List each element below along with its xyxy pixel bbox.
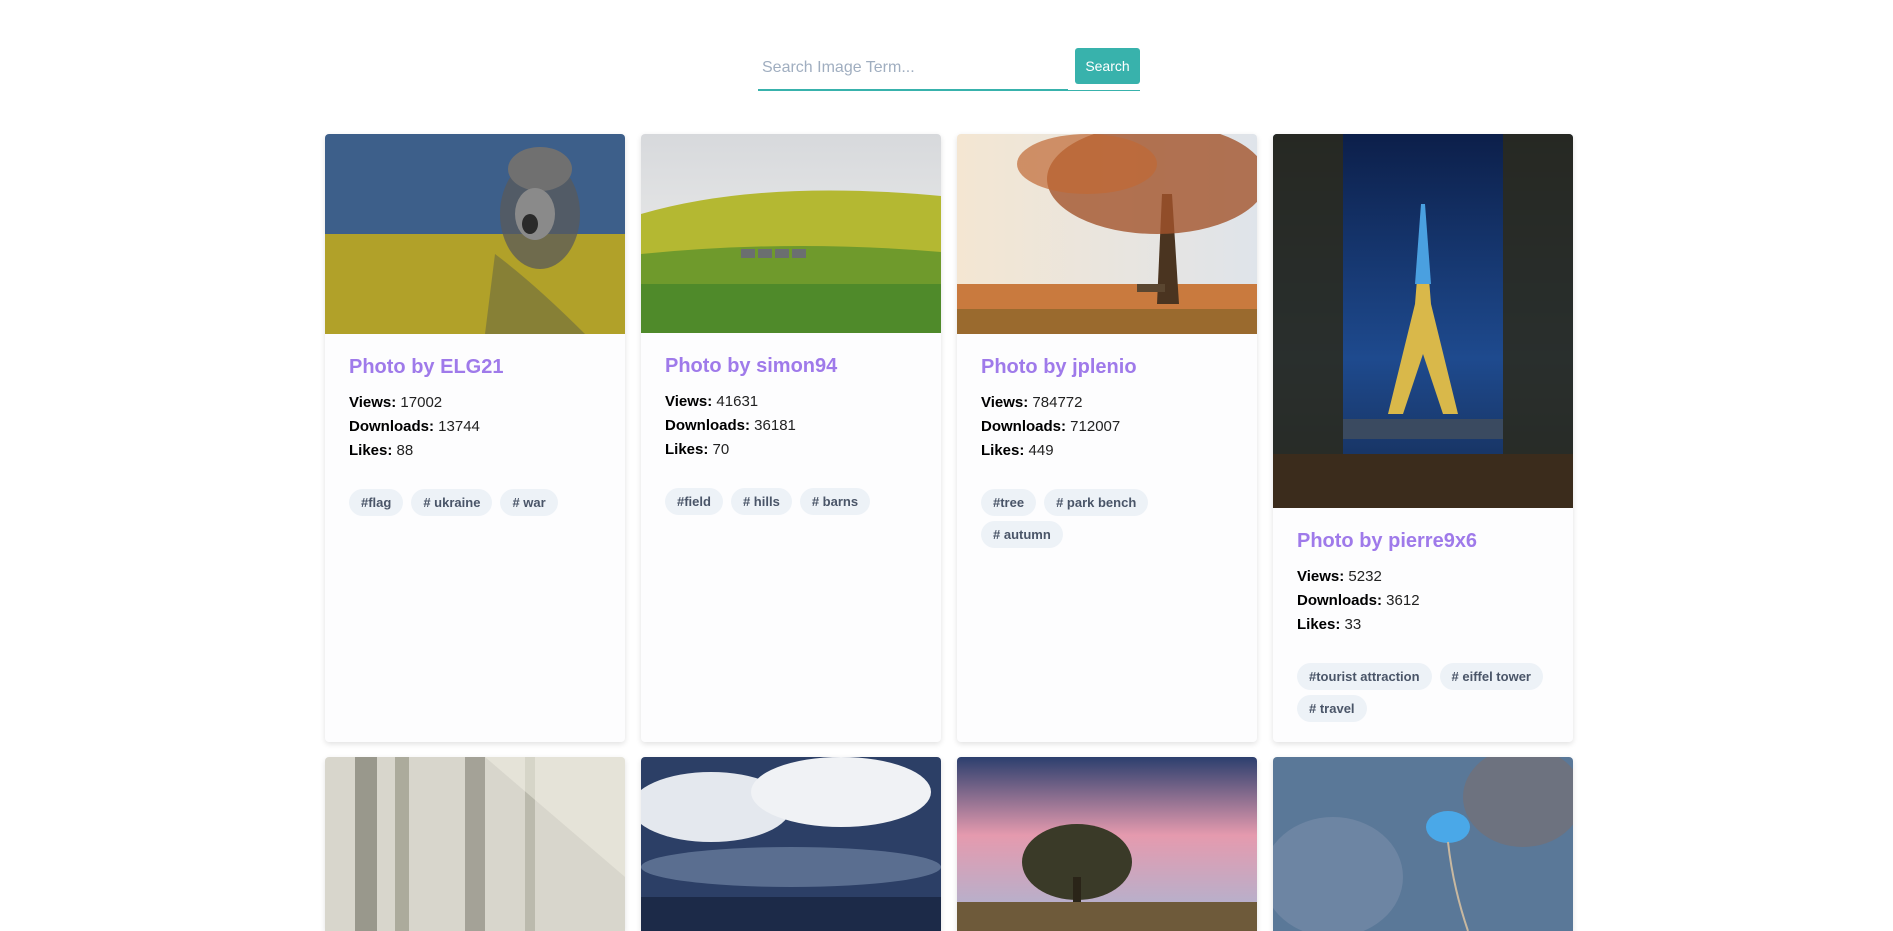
downloads-label: Downloads: [1297, 592, 1382, 609]
downloads-stat: Downloads: 36181 [665, 414, 917, 438]
search-input[interactable] [758, 46, 1068, 90]
card-body: Photo by pierre9x6 Views: 5232 Downloads… [1273, 508, 1573, 742]
card-image-pink-sky-tree [957, 757, 1257, 931]
likes-label: Likes: [665, 441, 709, 458]
image-card: Photo by ELG21 Views: 17002 Downloads: 1… [325, 134, 625, 742]
tag[interactable]: # barns [799, 488, 871, 515]
likes-value: 33 [1344, 616, 1362, 633]
downloads-value: 3612 [1386, 592, 1420, 609]
views-stat: Views: 17002 [349, 391, 601, 415]
downloads-label: Downloads: [349, 418, 434, 435]
image-card: Photo by pierre9x6 Views: 5232 Downloads… [1273, 134, 1573, 742]
tag[interactable]: #field [665, 488, 723, 515]
card-title[interactable]: Photo by ELG21 [349, 356, 601, 379]
likes-value: 88 [396, 442, 414, 459]
search-underline [758, 90, 1140, 91]
image-card [325, 757, 625, 931]
tag-list: #field # hills # barns [665, 488, 917, 515]
downloads-stat: Downloads: 13744 [349, 415, 601, 439]
downloads-label: Downloads: [665, 417, 750, 434]
card-body: Photo by ELG21 Views: 17002 Downloads: 1… [325, 334, 625, 536]
card-image-green-field-barns [641, 134, 941, 333]
likes-value: 70 [712, 441, 730, 458]
views-value: 5232 [1348, 568, 1382, 585]
tag[interactable]: # ukraine [411, 489, 493, 516]
card-title[interactable]: Photo by pierre9x6 [1297, 530, 1549, 553]
search-form: Search [758, 46, 1140, 92]
downloads-stat: Downloads: 3612 [1297, 589, 1549, 613]
views-stat: Views: 784772 [981, 391, 1233, 415]
likes-stat: Likes: 88 [349, 439, 601, 463]
views-label: Views: [981, 394, 1029, 411]
views-label: Views: [1297, 568, 1345, 585]
card-body: Photo by simon94 Views: 41631 Downloads:… [641, 333, 941, 535]
views-value: 784772 [1032, 394, 1083, 411]
likes-label: Likes: [1297, 616, 1341, 633]
tag[interactable]: # travel [1297, 695, 1367, 722]
tag[interactable]: # hills [730, 488, 792, 515]
tag-list: #tourist attraction # eiffel tower # tra… [1297, 663, 1549, 722]
card-image-autumn-tree-bench [957, 134, 1257, 334]
likes-stat: Likes: 449 [981, 439, 1233, 463]
downloads-value: 13744 [438, 418, 480, 435]
tag[interactable]: #tourist attraction [1297, 663, 1432, 690]
image-card: Photo by jplenio Views: 784772 Downloads… [957, 134, 1257, 742]
tag[interactable]: #tree [981, 489, 1037, 516]
tag-list: #tree # park bench # autumn [981, 489, 1233, 548]
image-card [957, 757, 1257, 931]
card-body: Photo by jplenio Views: 784772 Downloads… [957, 334, 1257, 568]
card-image-foggy-forest [325, 757, 625, 931]
likes-label: Likes: [981, 442, 1025, 459]
card-title[interactable]: Photo by simon94 [665, 355, 917, 378]
downloads-label: Downloads: [981, 418, 1066, 435]
card-image-blue-flower [1273, 757, 1573, 931]
views-value: 41631 [716, 393, 759, 410]
card-title[interactable]: Photo by jplenio [981, 356, 1233, 379]
likes-value: 449 [1028, 442, 1054, 459]
views-value: 17002 [400, 394, 443, 411]
downloads-value: 712007 [1070, 418, 1121, 435]
downloads-stat: Downloads: 712007 [981, 415, 1233, 439]
views-label: Views: [665, 393, 713, 410]
card-image-storm-clouds [641, 757, 941, 931]
card-image-eiffel-tower-night [1273, 134, 1573, 508]
tag-list: #flag # ukraine # war [349, 489, 601, 516]
likes-stat: Likes: 70 [665, 438, 917, 462]
image-card: Photo by simon94 Views: 41631 Downloads:… [641, 134, 941, 742]
downloads-value: 36181 [754, 417, 796, 434]
tag[interactable]: # park bench [1044, 489, 1149, 516]
views-stat: Views: 41631 [665, 390, 917, 414]
views-label: Views: [349, 394, 397, 411]
search-button[interactable]: Search [1075, 48, 1140, 84]
card-image-soldier-ukraine-flag [325, 134, 625, 334]
tag[interactable]: # war [500, 489, 558, 516]
views-stat: Views: 5232 [1297, 565, 1549, 589]
likes-label: Likes: [349, 442, 393, 459]
tag[interactable]: # autumn [981, 521, 1063, 548]
image-card [641, 757, 941, 931]
likes-stat: Likes: 33 [1297, 613, 1549, 637]
tag[interactable]: # eiffel tower [1439, 663, 1543, 690]
tag[interactable]: #flag [349, 489, 404, 516]
image-card [1273, 757, 1573, 931]
